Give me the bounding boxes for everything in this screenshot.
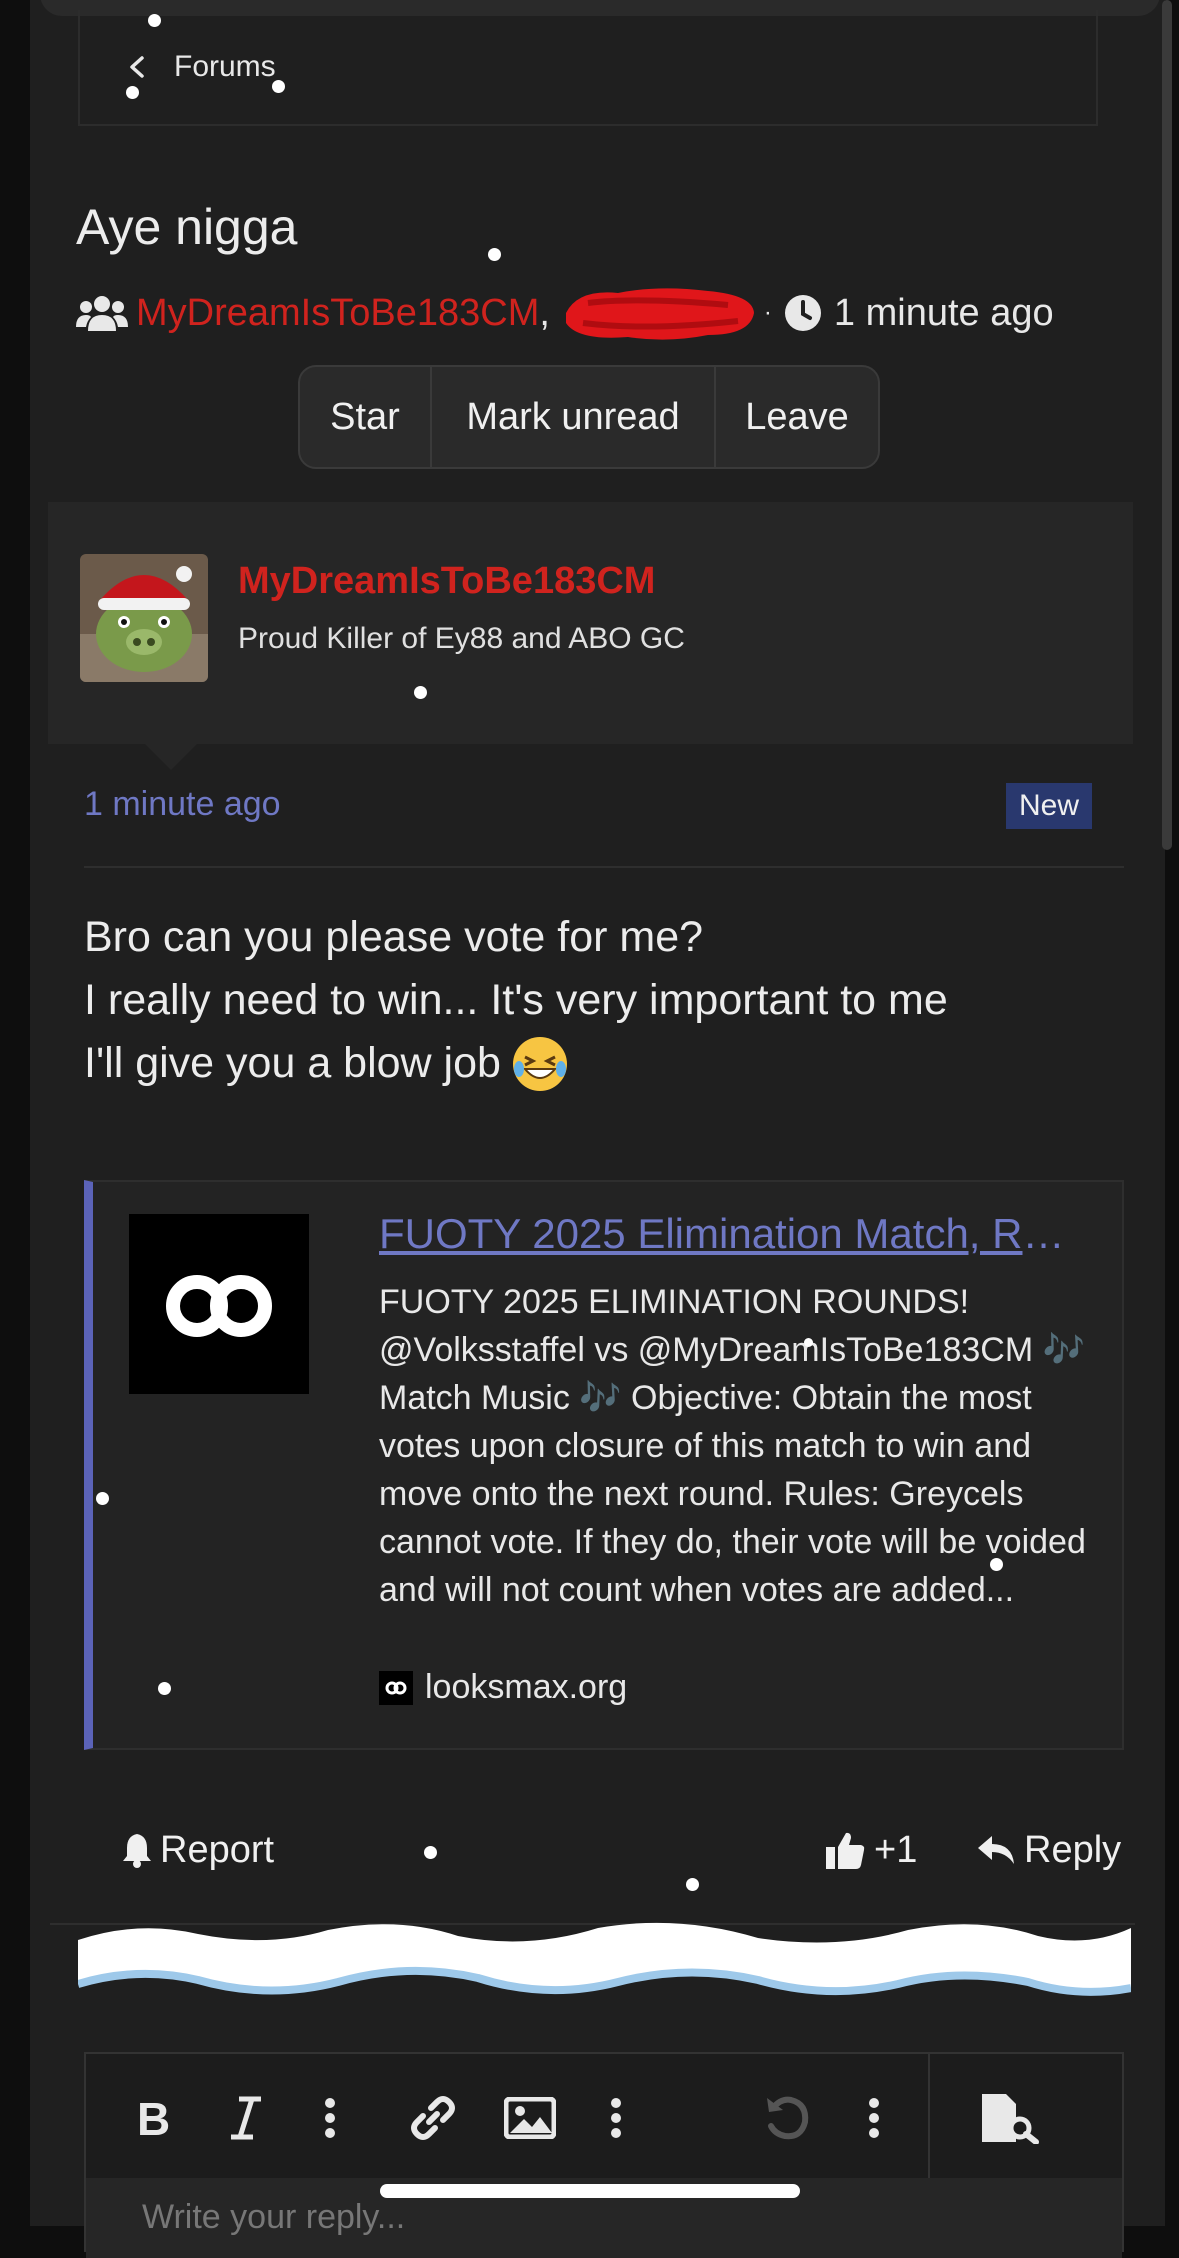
link-embed[interactable]: FUOTY 2025 Elimination Match, Round 1 FU…: [84, 1180, 1124, 1750]
author-comma: ,: [539, 291, 550, 334]
post-user-header: MyDreamIsToBe183CM Proud Killer of Ey88 …: [48, 502, 1133, 770]
post-body: Bro can you please vote for me? I really…: [84, 906, 948, 1095]
toolbar-separator: [928, 2054, 930, 2178]
redacted-participant: [565, 288, 754, 340]
clock-icon: [784, 295, 821, 331]
new-badge: New: [1006, 783, 1092, 829]
chevron-left-icon: [130, 56, 144, 78]
post-line: Bro can you please vote for me?: [84, 913, 704, 961]
thread-title: Aye nigga: [76, 199, 298, 255]
embed-site: looksmax.org: [379, 1668, 627, 1707]
site-logo-icon: [129, 1214, 309, 1394]
site-favicon-icon: [379, 1670, 413, 1705]
avatar[interactable]: [80, 554, 208, 682]
post-actions: Report +1 Reply: [84, 1820, 1124, 1880]
post-line: I really need to win... It's very import…: [84, 976, 948, 1024]
meta-separator: ·: [763, 299, 772, 326]
reply-label: Reply: [1024, 1828, 1122, 1871]
thread-action-buttons: Star Mark unread Leave: [298, 365, 880, 469]
snowflake: [148, 14, 161, 27]
image-icon[interactable]: [504, 2094, 556, 2142]
scrollbar[interactable]: [1162, 0, 1172, 850]
leave-button[interactable]: Leave: [716, 367, 878, 467]
undo-icon[interactable]: [762, 2094, 812, 2142]
svg-text:B: B: [137, 2095, 170, 2141]
snowflake: [414, 686, 427, 699]
bold-icon[interactable]: B: [130, 2094, 178, 2142]
snowflake: [990, 1558, 1003, 1571]
link-icon[interactable]: [408, 2094, 458, 2142]
snowflake: [158, 1682, 171, 1695]
divider: [84, 866, 1124, 868]
user-title: Proud Killer of Ey88 and ABO GC: [238, 622, 685, 655]
post-username[interactable]: MyDreamIsToBe183CM: [238, 560, 655, 603]
more-icon[interactable]: [322, 2094, 338, 2142]
bell-icon: [123, 1834, 151, 1868]
snowflake: [272, 80, 285, 93]
laughing-tears-emoji-icon: [512, 1036, 567, 1091]
report-label: Report: [160, 1828, 275, 1871]
snowflake: [126, 86, 139, 99]
breadcrumb-label[interactable]: Forums: [174, 50, 276, 84]
reply-placeholder: Write your reply...: [142, 2198, 406, 2236]
thread-author-link[interactable]: MyDreamIsToBe183CM: [136, 292, 539, 335]
users-icon: [76, 296, 128, 331]
editor-toolbar: B: [86, 2054, 1122, 2178]
snowflake: [424, 1846, 437, 1859]
more-icon[interactable]: [608, 2094, 624, 2142]
snowflake: [488, 248, 501, 261]
post-time[interactable]: 1 minute ago: [84, 785, 281, 824]
report-button[interactable]: Report: [122, 1820, 274, 1880]
preview-icon[interactable]: [978, 2094, 1042, 2144]
embed-site-name: looksmax.org: [425, 1668, 628, 1706]
like-button[interactable]: +1: [824, 1820, 917, 1880]
mark-unread-button[interactable]: Mark unread: [432, 367, 716, 467]
post-line-last: I'll give you a blow job: [84, 1032, 948, 1095]
reply-icon: [978, 1836, 1014, 1864]
home-indicator[interactable]: [380, 2184, 800, 2198]
thread-meta: MyDreamIsToBe183CM , · 1 minute ago: [76, 285, 1054, 341]
header-pointer: [143, 742, 199, 770]
post-line-text: I'll give you a blow job: [84, 1039, 501, 1087]
thumbs-up-icon: [826, 1832, 865, 1869]
embed-title-link[interactable]: FUOTY 2025 Elimination Match, Round 1: [379, 1210, 1079, 1258]
more-icon[interactable]: [866, 2094, 882, 2142]
reply-editor: B Write your reply...: [84, 2052, 1124, 2258]
like-count: +1: [874, 1828, 918, 1871]
snowflake: [804, 1338, 813, 1347]
snowflake: [96, 1492, 109, 1505]
snowflake: [686, 1878, 699, 1891]
thread-time: 1 minute ago: [833, 291, 1054, 334]
breadcrumb[interactable]: Forums: [78, 10, 1098, 126]
page: Forums Aye nigga MyDreamIsToBe183CM , · …: [30, 0, 1165, 2258]
star-button[interactable]: Star: [300, 367, 432, 467]
reply-button[interactable]: Reply: [976, 1820, 1121, 1880]
snow-wave-decoration: [78, 1922, 1131, 1996]
italic-icon[interactable]: [226, 2094, 266, 2142]
